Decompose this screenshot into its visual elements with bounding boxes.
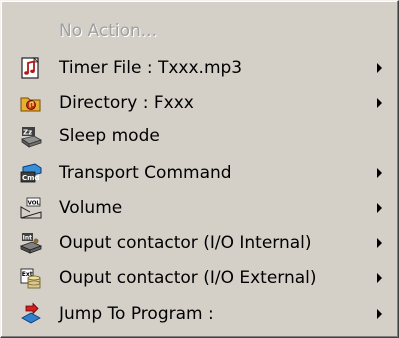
menu-item-jump-to-program[interactable]: Jump To Program :: [3, 297, 396, 331]
menu-item-label: Timer File : Txxx.mp3: [59, 58, 243, 78]
submenu-arrow-icon: [377, 309, 382, 319]
menu-item-label: Volume: [59, 198, 123, 218]
cmd-icon: Cmd: [19, 161, 43, 185]
menu-item-label: Transport Command: [59, 163, 232, 183]
menu-item-sleep-mode[interactable]: Zz Sleep mode: [3, 119, 396, 153]
menu-item-directory[interactable]: Directory : Fxxx: [3, 86, 396, 120]
submenu-arrow-icon: [377, 168, 382, 178]
menu-item-label: Directory : Fxxx: [59, 93, 194, 113]
menu-item-transport-command[interactable]: Cmd Transport Command: [3, 156, 396, 190]
menu-item-label: Ouput contactor (I/O Internal): [59, 233, 312, 253]
menu-item-label: Jump To Program :: [59, 304, 214, 324]
submenu-arrow-icon: [377, 98, 382, 108]
menu-item-label: Sleep mode: [59, 126, 160, 146]
volume-icon: VOL: [19, 196, 43, 220]
menu-item-no-action: No Action...: [3, 14, 396, 48]
jump-icon: [19, 302, 43, 326]
submenu-arrow-icon: [377, 203, 382, 213]
io-internal-icon: Int: [19, 231, 43, 255]
menu-item-label: Ouput contactor (I/O External): [59, 268, 317, 288]
menu-item-label: No Action...: [59, 21, 157, 41]
menu-item-timer-file[interactable]: Timer File : Txxx.mp3: [3, 51, 396, 85]
menu-item-output-contactor-external[interactable]: Ext Ouput contactor (I/O External): [3, 261, 396, 295]
context-menu: No Action... Timer File : Txxx.mp3 Direc…: [0, 0, 399, 338]
sleep-icon: Zz: [19, 124, 43, 148]
menu-item-output-contactor-internal[interactable]: Int Ouput contactor (I/O Internal): [3, 226, 396, 260]
svg-text:Cmd: Cmd: [22, 174, 39, 182]
svg-text:Int: Int: [23, 234, 33, 241]
io-external-icon: Ext: [19, 266, 43, 290]
menu-item-volume[interactable]: VOL Volume: [3, 191, 396, 225]
submenu-arrow-icon: [377, 238, 382, 248]
submenu-arrow-icon: [377, 273, 382, 283]
svg-text:VOL: VOL: [28, 201, 41, 207]
directory-icon: [19, 91, 43, 115]
svg-text:Zz: Zz: [23, 129, 32, 137]
music-file-icon: [19, 56, 43, 80]
submenu-arrow-icon: [377, 63, 382, 73]
